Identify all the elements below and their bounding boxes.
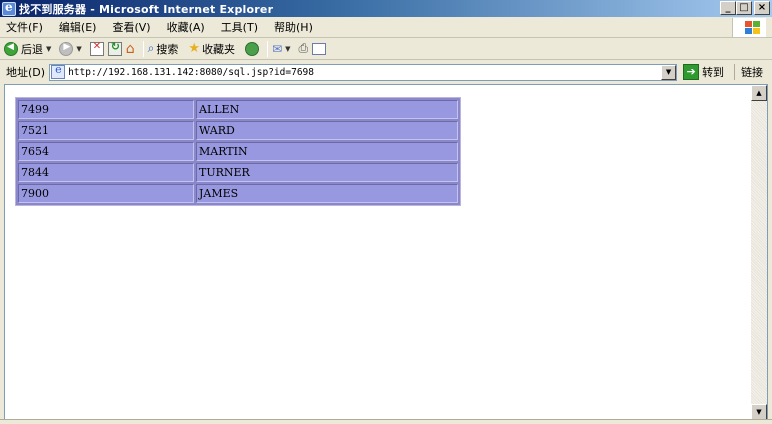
toolbar-separator: [267, 40, 269, 57]
mail-dropdown-icon[interactable]: ▼: [285, 45, 290, 53]
refresh-button[interactable]: [107, 40, 122, 56]
back-arrow-icon: [4, 41, 18, 56]
menu-view[interactable]: 查看(V): [112, 19, 150, 35]
favorites-star-icon: ★: [188, 41, 201, 56]
window-controls: _ □ ×: [720, 1, 770, 15]
back-dropdown-icon[interactable]: ▼: [46, 45, 51, 53]
print-button[interactable]: ⎙: [299, 41, 309, 56]
table-row: 7654 MARTIN: [18, 142, 458, 161]
address-dropdown-icon[interactable]: ▼: [661, 64, 677, 80]
status-bar: [0, 419, 772, 424]
address-url[interactable]: http://192.168.131.142:8080/sql.jsp?id=7…: [68, 67, 314, 78]
page-content: 7499 ALLEN 7521 WARD 7654 MARTIN 7844 TU…: [4, 84, 768, 424]
table-row: 7844 TURNER: [18, 163, 458, 182]
vertical-scrollbar[interactable]: ▲ ▼: [751, 85, 767, 423]
standard-toolbar: 后退 ▼ ▼ ⌂ ⌕ 搜索 ★ 收藏夹 ✉ ▼ ⎙: [0, 38, 772, 60]
home-button[interactable]: ⌂: [126, 41, 135, 57]
mail-icon: ✉: [272, 41, 283, 56]
home-icon: ⌂: [125, 40, 135, 57]
menu-favorites[interactable]: 收藏(A): [167, 19, 205, 35]
windows-logo-icon: [732, 18, 766, 37]
close-button[interactable]: ×: [754, 1, 770, 15]
history-icon: [245, 41, 260, 56]
stop-button[interactable]: [89, 41, 104, 56]
table-cell-empno: 7499: [18, 100, 194, 119]
scroll-up-icon[interactable]: ▲: [751, 85, 767, 101]
table-row: 7900 JAMES: [18, 184, 458, 203]
edit-button[interactable]: [312, 42, 327, 55]
address-label: 地址(D): [6, 66, 46, 79]
table-cell-ename: WARD: [196, 121, 458, 140]
forward-dropdown-icon[interactable]: ▼: [76, 45, 81, 53]
table-cell-ename: TURNER: [196, 163, 458, 182]
table-row: 7499 ALLEN: [18, 100, 458, 119]
back-button[interactable]: 后退 ▼: [4, 41, 55, 57]
edit-page-icon: [312, 42, 327, 55]
table-row: 7521 WARD: [18, 121, 458, 140]
stop-icon: [89, 41, 104, 56]
table-cell-ename: ALLEN: [196, 100, 458, 119]
mail-button[interactable]: ✉ ▼: [272, 42, 294, 56]
table-cell-empno: 7521: [18, 121, 194, 140]
table-cell-empno: 7654: [18, 142, 194, 161]
favorites-label: 收藏夹: [202, 42, 236, 56]
toolbar-separator: [142, 40, 144, 57]
table-cell-empno: 7900: [18, 184, 194, 203]
table-cell-ename: MARTIN: [196, 142, 458, 161]
ie-icon: [2, 0, 16, 16]
menu-bar: 文件(F) 编辑(E) 查看(V) 收藏(A) 工具(T) 帮助(H): [0, 17, 772, 38]
refresh-icon: [107, 40, 122, 56]
employee-table: 7499 ALLEN 7521 WARD 7654 MARTIN 7844 TU…: [15, 97, 461, 206]
menu-file[interactable]: 文件(F): [6, 19, 43, 35]
favorites-button[interactable]: ★ 收藏夹: [188, 41, 235, 57]
forward-button[interactable]: ▼: [59, 41, 85, 56]
search-label: 搜索: [156, 42, 179, 56]
page-icon: [51, 63, 66, 79]
scroll-down-icon[interactable]: ▼: [751, 404, 767, 420]
minimize-button[interactable]: _: [720, 1, 736, 15]
go-button[interactable]: ➔ 转到: [683, 64, 724, 80]
address-bar: 地址(D) http://192.168.131.142:8080/sql.js…: [0, 61, 772, 83]
address-input[interactable]: http://192.168.131.142:8080/sql.jsp?id=7…: [49, 63, 678, 81]
forward-arrow-icon: [59, 41, 74, 56]
links-button[interactable]: 链接: [734, 64, 763, 80]
menu-tools[interactable]: 工具(T): [221, 19, 258, 35]
go-arrow-icon: ➔: [683, 64, 700, 80]
table-cell-ename: JAMES: [196, 184, 458, 203]
menu-help[interactable]: 帮助(H): [274, 19, 313, 35]
title-bar: 找不到服务器 - Microsoft Internet Explorer _ □…: [0, 0, 772, 17]
menu-edit[interactable]: 编辑(E): [59, 19, 97, 35]
table-cell-empno: 7844: [18, 163, 194, 182]
print-icon: ⎙: [298, 41, 309, 55]
search-button[interactable]: ⌕ 搜索: [148, 41, 179, 57]
search-icon: ⌕: [147, 41, 155, 55]
back-label: 后退: [21, 42, 43, 56]
maximize-button[interactable]: □: [736, 1, 752, 15]
history-button[interactable]: [245, 41, 260, 56]
go-label: 转到: [702, 66, 725, 79]
window-title: 找不到服务器 - Microsoft Internet Explorer: [19, 2, 274, 16]
